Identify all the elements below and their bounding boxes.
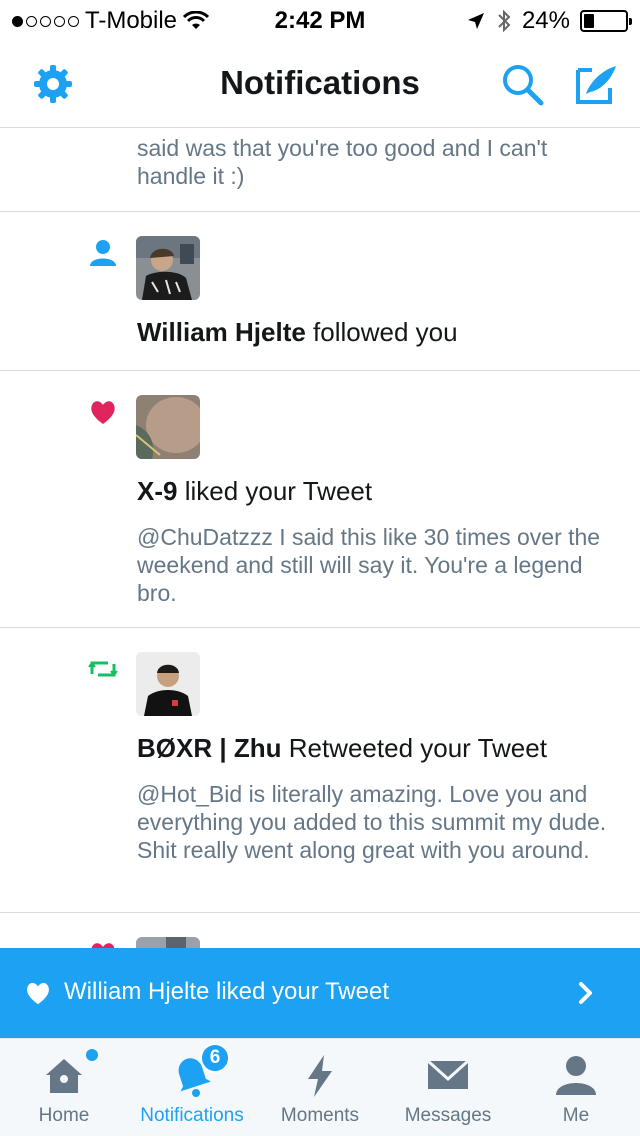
tab-bar: Home 6 Notifications Moments Messages Me xyxy=(0,1038,640,1136)
bluetooth-icon xyxy=(498,9,511,33)
notification-headline: William Hjelte followed you xyxy=(137,317,458,348)
heart-icon xyxy=(91,943,115,948)
home-icon xyxy=(46,1059,82,1093)
avatar[interactable] xyxy=(136,236,200,300)
banner-text: William Hjelte liked your Tweet xyxy=(64,978,389,1005)
notification-headline: BØXR | Zhu Retweeted your Tweet xyxy=(137,733,547,764)
tab-label: Notifications xyxy=(140,1105,244,1126)
list-item[interactable] xyxy=(0,913,640,948)
notification-action: Retweeted your Tweet xyxy=(281,733,547,763)
tab-home[interactable]: Home xyxy=(0,1039,128,1136)
battery-icon xyxy=(580,10,632,32)
retweet-icon xyxy=(88,661,118,677)
list-item[interactable]: X-9 liked your Tweet @ChuDatzzz I said t… xyxy=(0,371,640,628)
list-item[interactable]: William Hjelte followed you xyxy=(0,212,640,371)
battery-percent: 24% xyxy=(521,7,570,34)
notification-count-badge: 6 xyxy=(200,1043,230,1073)
tweet-text: @Hot_Bid is literally amazing. Love you … xyxy=(137,781,607,863)
notifications-feed[interactable]: said was that you're too good and I can'… xyxy=(0,128,640,948)
user-name[interactable]: X-9 xyxy=(137,476,177,506)
tab-label: Home xyxy=(38,1105,90,1126)
nav-bar: Notifications xyxy=(0,40,640,128)
lightning-icon xyxy=(308,1055,332,1097)
heart-icon xyxy=(27,982,49,1005)
list-item[interactable]: BØXR | Zhu Retweeted your Tweet @Hot_Bid… xyxy=(0,628,640,913)
notification-headline: X-9 liked your Tweet xyxy=(137,476,372,507)
tweet-text: @ChuDatzzz I said this like 30 times ove… xyxy=(137,524,601,606)
status-right: 24% xyxy=(466,7,632,35)
tab-label: Messages xyxy=(404,1105,492,1126)
status-bar: T-Mobile 2:42 PM 24% xyxy=(0,0,640,40)
tab-notifications[interactable]: 6 Notifications xyxy=(128,1039,256,1136)
notification-action: liked your Tweet xyxy=(177,476,373,506)
tweet-text: said was that you're too good and I can'… xyxy=(137,135,548,189)
heart-icon xyxy=(91,401,115,424)
list-item[interactable]: said was that you're too good and I can'… xyxy=(0,128,640,212)
chevron-right-icon[interactable] xyxy=(576,978,596,1008)
unread-dot xyxy=(86,1049,98,1061)
tab-me[interactable]: Me xyxy=(512,1039,640,1136)
notification-action: followed you xyxy=(305,317,458,347)
location-arrow-icon xyxy=(467,13,484,29)
tab-messages[interactable]: Messages xyxy=(384,1039,512,1136)
tab-label: Moments xyxy=(280,1105,360,1126)
envelope-icon xyxy=(426,1059,470,1089)
avatar[interactable] xyxy=(136,395,200,459)
tab-label: Me xyxy=(562,1105,590,1126)
notification-banner[interactable]: William Hjelte liked your Tweet xyxy=(0,948,640,1038)
person-icon xyxy=(90,240,116,266)
user-name[interactable]: BØXR | Zhu xyxy=(137,733,282,763)
avatar[interactable] xyxy=(136,652,200,716)
search-icon[interactable] xyxy=(500,62,544,106)
user-name[interactable]: William Hjelte xyxy=(137,317,306,347)
page-title: Notifications xyxy=(220,64,420,101)
tab-moments[interactable]: Moments xyxy=(256,1039,384,1136)
avatar[interactable] xyxy=(136,937,200,948)
profile-icon xyxy=(556,1056,596,1095)
compose-tweet-icon[interactable] xyxy=(574,62,618,106)
